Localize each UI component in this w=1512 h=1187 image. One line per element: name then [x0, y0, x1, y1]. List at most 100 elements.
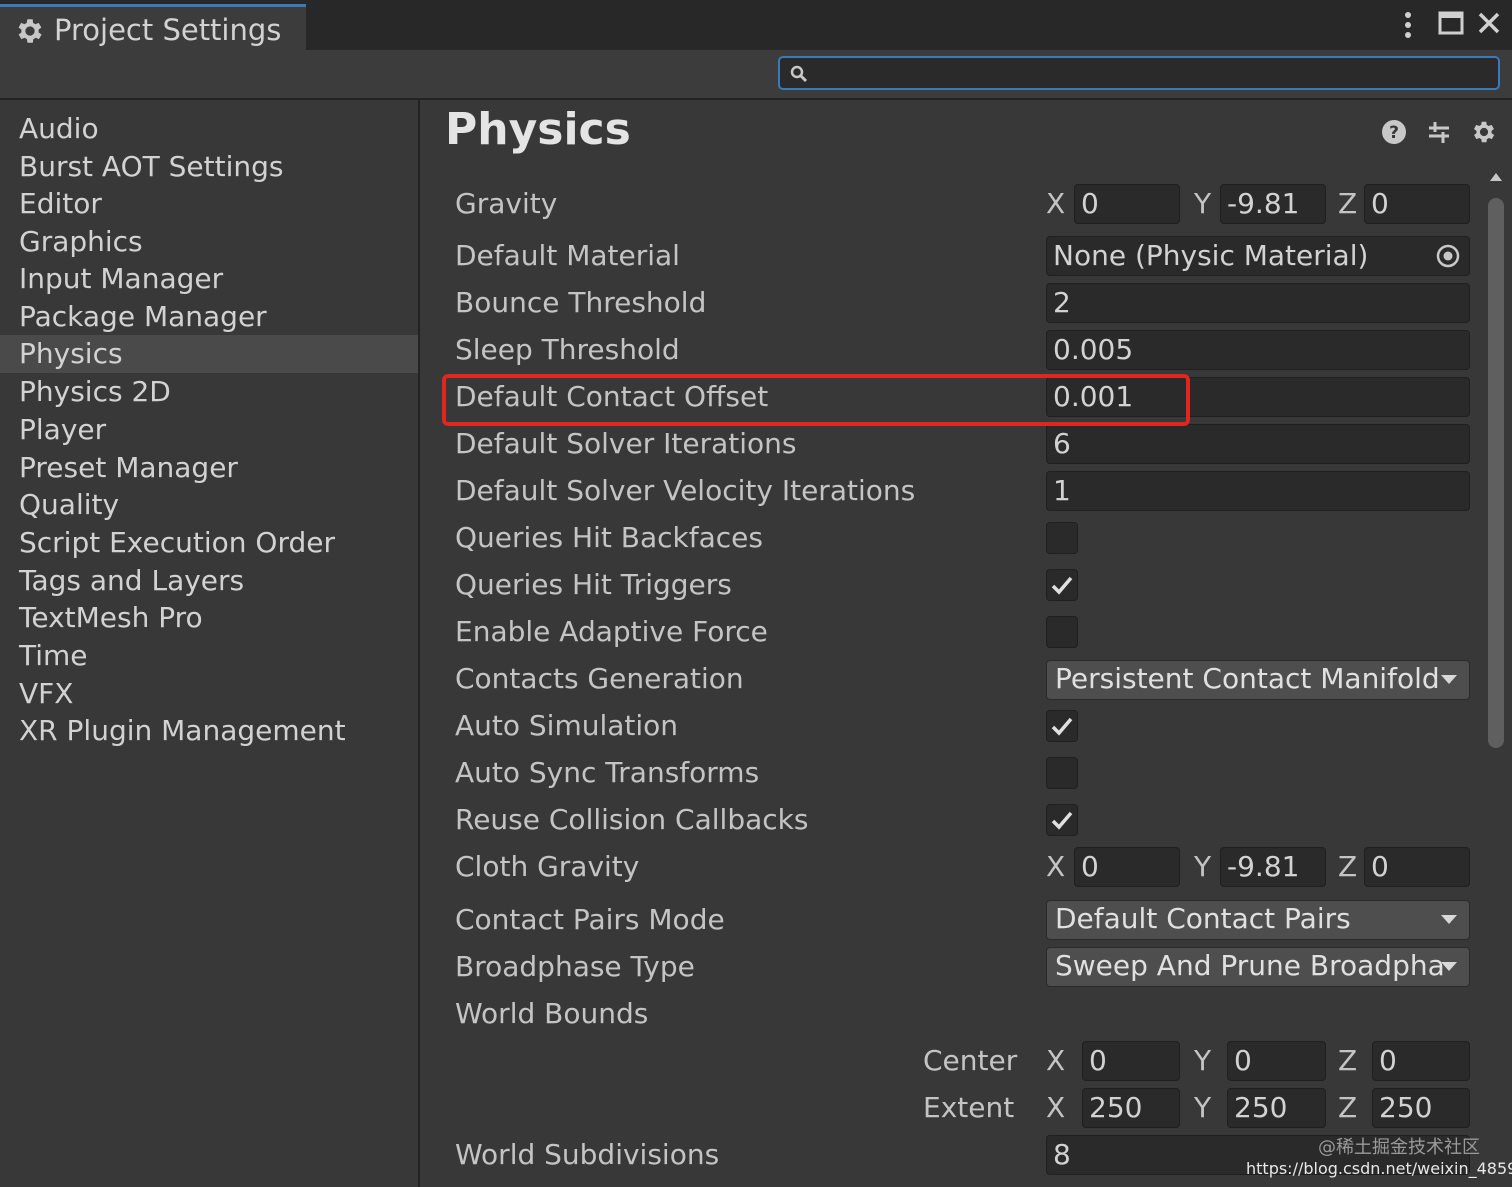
queries-hit-backfaces-label: Queries Hit Backfaces [455, 521, 763, 554]
cloth-gravity-z-field[interactable]: 0 [1364, 847, 1470, 887]
cloth-gravity-z-axis-label: Z [1338, 850, 1358, 883]
object-picker-icon[interactable] [1435, 243, 1461, 269]
reuse-collision-callbacks-label: Reuse Collision Callbacks [455, 803, 809, 836]
vertical-scrollbar[interactable] [1484, 170, 1508, 1180]
sidebar-item-textmesh-pro[interactable]: TextMesh Pro [0, 599, 418, 637]
checkmark-icon [1051, 717, 1073, 736]
sidebar-item-graphics[interactable]: Graphics [0, 223, 418, 261]
default-solver-iterations-label: Default Solver Iterations [455, 427, 797, 460]
center-y-field[interactable]: 0 [1227, 1041, 1326, 1081]
sidebar-item-quality[interactable]: Quality [0, 486, 418, 524]
sidebar-item-preset-manager[interactable]: Preset Manager [0, 449, 418, 487]
default-material-field[interactable]: None (Physic Material) [1046, 236, 1470, 276]
settings-gear-icon[interactable] [1470, 118, 1498, 146]
sidebar-item-time[interactable]: Time [0, 637, 418, 675]
sidebar-item-editor[interactable]: Editor [0, 185, 418, 223]
sidebar-item-audio[interactable]: Audio [0, 110, 418, 148]
reuse-collision-callbacks-checkbox[interactable] [1046, 804, 1078, 836]
tab-title: Project Settings [54, 13, 282, 47]
contacts-generation-label: Contacts Generation [455, 662, 744, 695]
default-material-value: None (Physic Material) [1053, 239, 1369, 272]
gravity-x-axis-label: X [1046, 187, 1066, 220]
auto-simulation-checkbox[interactable] [1046, 710, 1078, 742]
gravity-z-field[interactable]: 0 [1364, 184, 1470, 224]
scrollbar-thumb[interactable] [1488, 198, 1504, 748]
more-options-icon[interactable] [1398, 10, 1418, 40]
world-bounds-label: World Bounds [455, 997, 649, 1030]
tab-bar: Project Settings [0, 0, 1512, 50]
extent-z-field[interactable]: 250 [1372, 1088, 1470, 1128]
bounce-threshold-field[interactable]: 2 [1046, 283, 1470, 323]
cloth-gravity-y-field[interactable]: -9.81 [1220, 847, 1326, 887]
gravity-label: Gravity [455, 187, 558, 220]
watermark-url: https://blog.csdn.net/weixin_48592526 [1246, 1159, 1512, 1178]
default-material-label: Default Material [455, 239, 680, 272]
contact-pairs-mode-value: Default Contact Pairs [1055, 902, 1351, 935]
inspector-panel: Physics ? Gravity X 0 Y -9.81 Z 0 Defaul… [422, 100, 1512, 1187]
highlight-annotation [442, 374, 1190, 426]
preset-icon[interactable] [1425, 118, 1453, 146]
toolbar [0, 50, 1512, 100]
world-bounds-center-label: Center [923, 1044, 1018, 1077]
svg-text:?: ? [1389, 123, 1399, 143]
chevron-down-icon [1441, 915, 1457, 924]
tab-project-settings[interactable]: Project Settings [0, 4, 306, 50]
sidebar: Audio Burst AOT Settings Editor Graphics… [0, 100, 420, 1187]
cloth-gravity-y-axis-label: Y [1194, 850, 1212, 883]
sidebar-item-script-execution-order[interactable]: Script Execution Order [0, 524, 418, 562]
sleep-threshold-field[interactable]: 0.005 [1046, 330, 1470, 370]
chevron-down-icon [1441, 962, 1457, 971]
contact-pairs-mode-label: Contact Pairs Mode [455, 903, 725, 936]
help-icon[interactable]: ? [1380, 118, 1408, 146]
gravity-z-axis-label: Z [1338, 187, 1358, 220]
default-solver-velocity-iterations-field[interactable]: 1 [1046, 471, 1470, 511]
sidebar-item-physics[interactable]: Physics [0, 335, 418, 373]
gear-icon [18, 19, 42, 43]
default-solver-velocity-iterations-label: Default Solver Velocity Iterations [455, 474, 916, 507]
world-subdivisions-label: World Subdivisions [455, 1138, 720, 1171]
scroll-up-icon[interactable] [1488, 170, 1504, 184]
enable-adaptive-force-checkbox[interactable] [1046, 616, 1078, 648]
bounce-threshold-label: Bounce Threshold [455, 286, 707, 319]
maximize-icon[interactable] [1438, 10, 1464, 36]
sidebar-item-package-manager[interactable]: Package Manager [0, 298, 418, 336]
extent-y-field[interactable]: 250 [1227, 1088, 1326, 1128]
chevron-down-icon [1441, 675, 1457, 684]
auto-sync-transforms-label: Auto Sync Transforms [455, 756, 760, 789]
watermark-text: @稀土掘金技术社区 [1318, 1137, 1480, 1158]
center-z-axis-label: Z [1338, 1044, 1358, 1077]
world-bounds-extent-label: Extent [923, 1091, 1015, 1124]
contact-pairs-mode-dropdown[interactable]: Default Contact Pairs [1046, 900, 1470, 940]
sidebar-item-player[interactable]: Player [0, 411, 418, 449]
gravity-x-field[interactable]: 0 [1074, 184, 1180, 224]
center-x-axis-label: X [1046, 1044, 1066, 1077]
search-input[interactable] [814, 58, 1488, 90]
sidebar-item-xr-plugin-management[interactable]: XR Plugin Management [0, 712, 418, 750]
search-box[interactable] [778, 56, 1500, 90]
checkmark-icon [1051, 576, 1073, 595]
broadphase-type-dropdown[interactable]: Sweep And Prune Broadpha [1046, 947, 1470, 987]
enable-adaptive-force-label: Enable Adaptive Force [455, 615, 768, 648]
sidebar-item-vfx[interactable]: VFX [0, 675, 418, 713]
center-z-field[interactable]: 0 [1372, 1041, 1470, 1081]
cloth-gravity-x-field[interactable]: 0 [1074, 847, 1180, 887]
queries-hit-backfaces-checkbox[interactable] [1046, 522, 1078, 554]
gravity-y-field[interactable]: -9.81 [1220, 184, 1326, 224]
cloth-gravity-x-axis-label: X [1046, 850, 1066, 883]
auto-sync-transforms-checkbox[interactable] [1046, 757, 1078, 789]
sleep-threshold-label: Sleep Threshold [455, 333, 680, 366]
page-title: Physics [445, 104, 631, 155]
sidebar-item-input-manager[interactable]: Input Manager [0, 260, 418, 298]
default-solver-iterations-field[interactable]: 6 [1046, 424, 1470, 464]
sidebar-item-burst-aot-settings[interactable]: Burst AOT Settings [0, 148, 418, 186]
contacts-generation-dropdown[interactable]: Persistent Contact Manifold [1046, 660, 1470, 700]
sidebar-item-tags-and-layers[interactable]: Tags and Layers [0, 562, 418, 600]
close-icon[interactable] [1476, 10, 1502, 36]
gravity-y-axis-label: Y [1194, 187, 1212, 220]
queries-hit-triggers-label: Queries Hit Triggers [455, 568, 732, 601]
extent-x-field[interactable]: 250 [1082, 1088, 1180, 1128]
center-x-field[interactable]: 0 [1082, 1041, 1180, 1081]
sidebar-item-physics-2d[interactable]: Physics 2D [0, 373, 418, 411]
search-icon [790, 65, 808, 83]
queries-hit-triggers-checkbox[interactable] [1046, 569, 1078, 601]
